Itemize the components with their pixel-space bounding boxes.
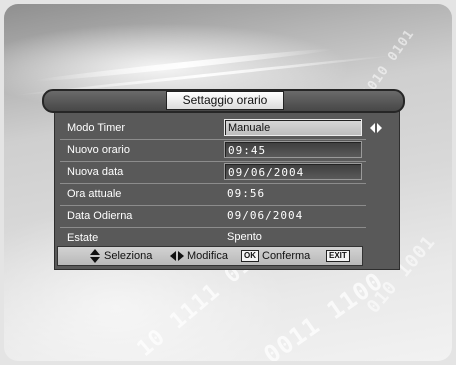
up-down-arrows-icon <box>90 249 100 263</box>
help-confirm: OK Conferma <box>241 247 310 265</box>
row-nuova-data[interactable]: Nuova data 09/06/2004 <box>60 162 366 184</box>
binary-decoration: 0011 1100 <box>258 266 389 361</box>
help-exit: EXIT <box>326 247 353 265</box>
row-modo-timer[interactable]: Modo Timer Manuale <box>60 118 382 140</box>
new-time-field[interactable]: 09:45 <box>224 141 362 158</box>
new-date-field[interactable]: 09/06/2004 <box>224 163 362 180</box>
row-label: Nuova data <box>67 166 124 178</box>
left-right-arrows-icon <box>170 251 184 261</box>
help-select-label: Seleziona <box>104 250 153 262</box>
row-ora-attuale: Ora attuale 09:56 <box>60 184 366 206</box>
help-confirm-label: Conferma <box>262 250 311 262</box>
dialog-title: Settaggio orario <box>166 91 284 110</box>
summer-time-value[interactable]: Spento <box>224 229 362 246</box>
help-modify: Modifica <box>170 247 228 265</box>
help-select: Seleziona <box>90 247 152 265</box>
row-label: Ora attuale <box>67 188 122 200</box>
row-nuovo-orario[interactable]: Nuovo orario 09:45 <box>60 140 366 162</box>
row-label: Modo Timer <box>67 122 126 134</box>
modo-timer-select[interactable]: Manuale <box>224 119 362 136</box>
exit-key-icon: EXIT <box>326 250 350 262</box>
left-right-arrows-icon[interactable] <box>369 121 383 135</box>
current-date-value: 09/06/2004 <box>227 209 304 222</box>
help-bar: Seleziona Modifica OK Conferma EXIT <box>57 246 363 266</box>
ok-key-icon: OK <box>241 250 259 262</box>
row-label: Data Odierna <box>67 210 133 222</box>
current-time-value: 09:56 <box>227 187 266 200</box>
help-modify-label: Modifica <box>187 250 228 262</box>
row-label: Estate <box>67 232 99 244</box>
row-label: Nuovo orario <box>67 144 130 156</box>
row-data-odierna: Data Odierna 09/06/2004 <box>60 206 366 228</box>
settings-list: Modo Timer Manuale Nuovo orario 09:45 Nu… <box>60 118 382 249</box>
